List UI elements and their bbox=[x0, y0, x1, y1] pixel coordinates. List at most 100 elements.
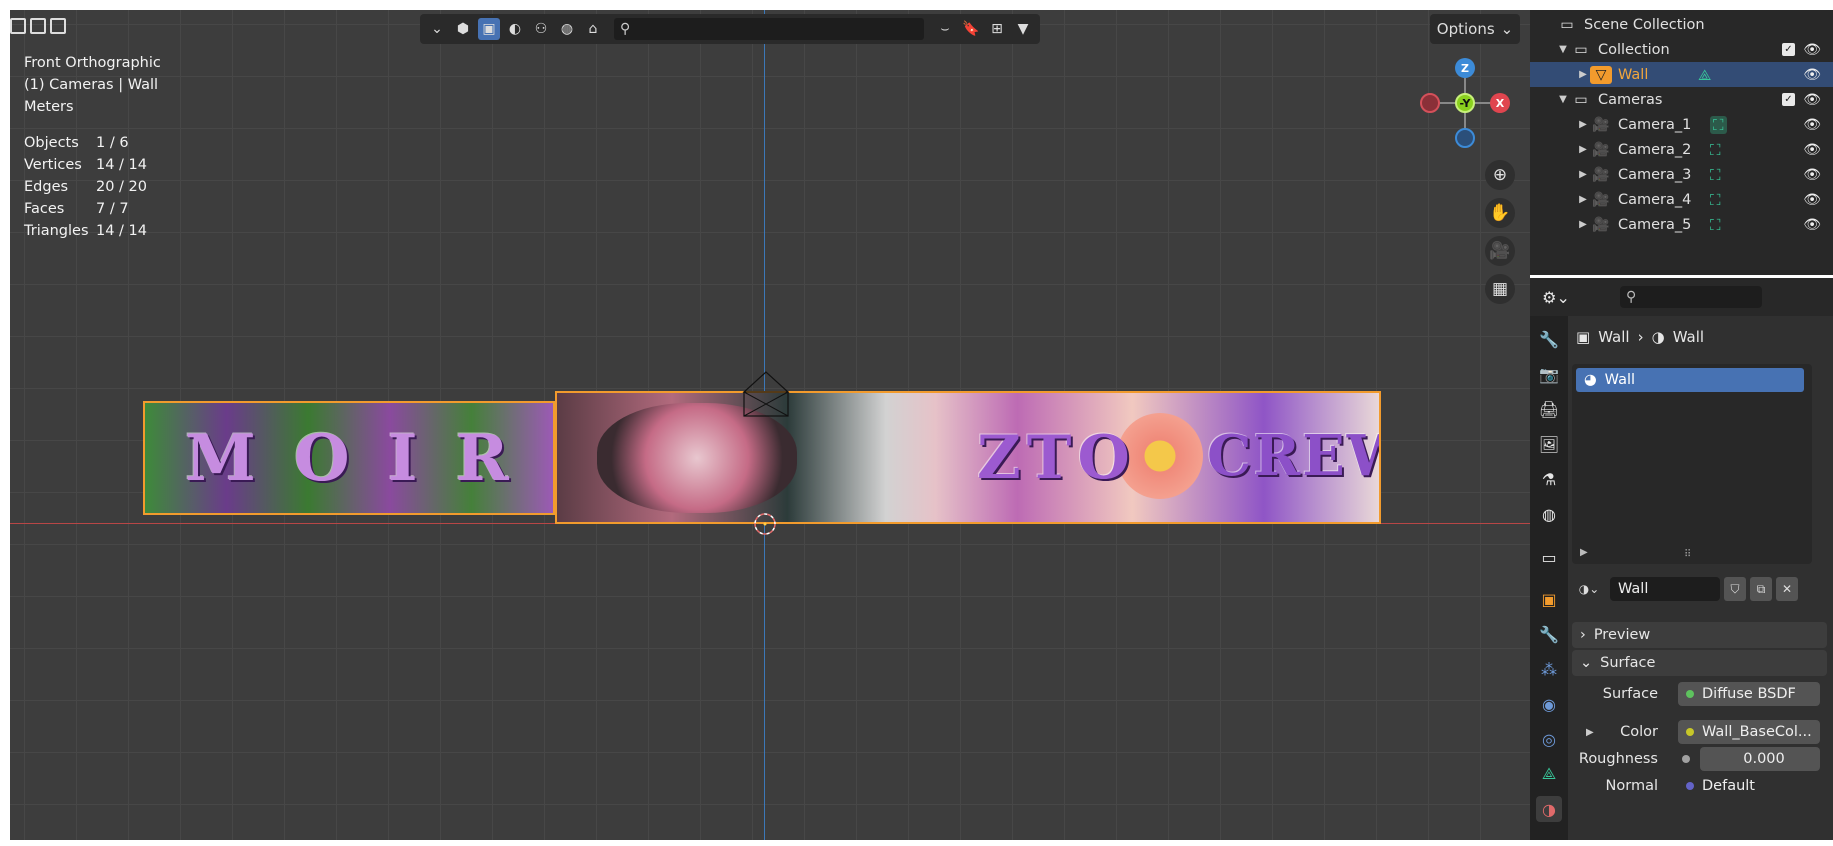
surface-panel-header[interactable]: ⌄ Surface bbox=[1572, 650, 1827, 676]
particles-tab-icon[interactable]: ⁂ bbox=[1536, 656, 1562, 682]
grid-ortho-icon[interactable]: ▦ bbox=[1485, 274, 1515, 304]
mesh-data-icon[interactable]: ⟁ bbox=[1698, 66, 1711, 84]
expand-arrow-icon[interactable]: ▶ bbox=[1576, 169, 1590, 180]
world-tab-icon[interactable]: ◍ bbox=[1536, 501, 1562, 527]
tool-tab-icon[interactable]: 🔧 bbox=[1536, 326, 1562, 352]
camera-object-icon: 🎥 bbox=[1592, 191, 1610, 208]
gizmo-neg-z-axis[interactable] bbox=[1455, 128, 1475, 148]
world-icon[interactable]: ◍ bbox=[556, 18, 578, 40]
properties-editor[interactable]: ⚙⌄ ⚲ 🔧 📷 🖨 🖼 ⚗ ◍ ▭ ▣ 🔧 ⁂ ◉ ◎ ⟁ ◑ ▣ Wall … bbox=[1530, 278, 1833, 840]
expand-arrow-icon[interactable]: ▶ bbox=[1576, 194, 1590, 205]
pan-hand-icon[interactable]: ✋ bbox=[1485, 198, 1515, 228]
view-layer-tab-icon[interactable]: 🖼 bbox=[1536, 431, 1562, 457]
select-box-icon[interactable] bbox=[10, 18, 26, 34]
camera-view-icon[interactable]: 🎥 bbox=[1485, 236, 1515, 266]
properties-search-input[interactable]: ⚲ bbox=[1620, 286, 1762, 308]
outliner-item-wall[interactable]: ▶ ▽ Wall ⟁ 👁 bbox=[1530, 62, 1833, 87]
expand-arrow-icon[interactable]: ▶ bbox=[1586, 727, 1594, 738]
gizmo-x-axis[interactable]: X bbox=[1490, 93, 1510, 113]
editor-type-dropdown[interactable]: ⚙⌄ bbox=[1538, 284, 1574, 310]
visibility-eye-icon[interactable]: 👁 bbox=[1803, 42, 1821, 58]
exclude-checkbox[interactable]: ✓ bbox=[1782, 93, 1795, 106]
expand-arrow-icon[interactable]: ▶ bbox=[1576, 119, 1590, 130]
camera-data-icon[interactable]: ⛶ bbox=[1710, 166, 1721, 184]
preview-panel-header[interactable]: › Preview bbox=[1572, 622, 1827, 648]
visibility-eye-icon[interactable]: 👁 bbox=[1803, 192, 1821, 208]
scene-tab-icon[interactable]: ⚗ bbox=[1536, 466, 1562, 492]
physics-tab-icon[interactable]: ◉ bbox=[1536, 691, 1562, 717]
gizmo-y-axis[interactable]: -Y bbox=[1455, 93, 1475, 113]
wall-mesh-left[interactable]: MOIR bbox=[143, 401, 555, 515]
duplicate-icon[interactable]: ⧉ bbox=[1750, 577, 1772, 601]
color-texture-field[interactable]: Wall_BaseCol... bbox=[1678, 720, 1820, 744]
collection-tab-icon[interactable]: ▭ bbox=[1536, 544, 1562, 570]
expand-arrow-icon[interactable]: ▶ bbox=[1580, 547, 1588, 558]
outliner-item-camera[interactable]: ▶ 🎥 Camera_1 ⛶ 👁 bbox=[1530, 112, 1833, 137]
outliner-item-camera[interactable]: ▶ 🎥 Camera_2 ⛶ 👁 bbox=[1530, 137, 1833, 162]
modifier-tab-icon[interactable]: 🔧 bbox=[1536, 621, 1562, 647]
camera-data-icon[interactable]: ⛶ bbox=[1710, 141, 1721, 159]
visibility-eye-icon[interactable]: 👁 bbox=[1803, 117, 1821, 133]
camera-data-icon[interactable]: ⛶ bbox=[1710, 191, 1721, 209]
resize-handle-icon[interactable]: ⠿ bbox=[1684, 549, 1691, 560]
select-extend-icon[interactable] bbox=[30, 18, 46, 34]
expand-arrow-icon[interactable]: ▶ bbox=[1576, 144, 1590, 155]
outliner-item-collection[interactable]: ▼ ▭ Collection ✓ 👁 bbox=[1530, 37, 1833, 62]
navigation-gizmo[interactable]: Z -Y X bbox=[1410, 58, 1510, 168]
expand-arrow-icon[interactable]: ▶ bbox=[1576, 69, 1590, 80]
filter-dropdown-icon[interactable]: ⌣ bbox=[934, 18, 956, 40]
constraints-tab-icon[interactable]: ◎ bbox=[1536, 726, 1562, 752]
roughness-slider[interactable]: 0.000 bbox=[1700, 747, 1820, 771]
zoom-icon[interactable]: ⊕ bbox=[1485, 160, 1515, 190]
bookmark-icon[interactable]: 🔖 bbox=[960, 18, 982, 40]
output-tab-icon[interactable]: 🖨 bbox=[1536, 396, 1562, 422]
visibility-eye-icon[interactable]: 👁 bbox=[1803, 167, 1821, 183]
material-browse-icon[interactable]: ◑⌄ bbox=[1572, 577, 1606, 601]
gizmo-neg-x-axis[interactable] bbox=[1420, 93, 1440, 113]
select-subtract-icon[interactable] bbox=[50, 18, 66, 34]
outliner-item-camera[interactable]: ▶ 🎥 Camera_3 ⛶ 👁 bbox=[1530, 162, 1833, 187]
exclude-checkbox[interactable]: ✓ bbox=[1782, 43, 1795, 56]
material-slot-item[interactable]: ◕ Wall bbox=[1576, 368, 1804, 392]
fake-user-shield-icon[interactable]: ⛉ bbox=[1724, 577, 1746, 601]
visibility-eye-icon[interactable]: 👁 bbox=[1803, 217, 1821, 233]
wall-mesh-right[interactable]: ZTO CREW bbox=[555, 391, 1381, 524]
normal-field[interactable]: Default bbox=[1678, 774, 1820, 798]
expand-arrow-icon[interactable]: ▼ bbox=[1556, 94, 1570, 105]
material-shading-icon[interactable]: ◐ bbox=[504, 18, 526, 40]
outliner-item-camera[interactable]: ▶ 🎥 Camera_4 ⛶ 👁 bbox=[1530, 187, 1833, 212]
3d-cursor-icon[interactable] bbox=[752, 511, 778, 537]
expand-arrow-icon[interactable]: ▼ bbox=[1556, 44, 1570, 55]
3d-viewport[interactable]: ⌄ ⬢ ▣ ◐ ⚇ ◍ ⌂ ⚲ ⌣ 🔖 ⊞ ▼ Options ⌄ Front … bbox=[10, 10, 1530, 840]
outliner-item-cameras[interactable]: ▼ ▭ Cameras ✓ 👁 bbox=[1530, 87, 1833, 112]
material-slot-list[interactable]: ◕ Wall ▶ ⠿ bbox=[1572, 364, 1812, 564]
visibility-eye-icon[interactable]: 👁 bbox=[1803, 142, 1821, 158]
solid-shading-icon[interactable]: ▣ bbox=[478, 18, 500, 40]
filter-icon[interactable]: ▼ bbox=[1012, 18, 1034, 40]
material-tab-icon[interactable]: ◑ bbox=[1536, 796, 1562, 822]
camera-data-icon[interactable]: ⛶ bbox=[1710, 115, 1727, 134]
camera-object-icon[interactable] bbox=[740, 370, 792, 418]
unlink-close-icon[interactable]: ✕ bbox=[1776, 577, 1798, 601]
material-name-field[interactable]: Wall bbox=[1610, 577, 1720, 601]
brush-icon[interactable]: ⌂ bbox=[582, 18, 604, 40]
visibility-eye-icon[interactable]: 👁 bbox=[1803, 67, 1821, 83]
expand-arrow-icon[interactable]: ▶ bbox=[1576, 219, 1590, 230]
outliner-item-camera[interactable]: ▶ 🎥 Camera_5 ⛶ 👁 bbox=[1530, 212, 1833, 237]
viewport-search-input[interactable]: ⚲ bbox=[614, 18, 924, 40]
gizmo-z-axis[interactable]: Z bbox=[1455, 58, 1475, 78]
outliner-scene-collection[interactable]: ▭ Scene Collection bbox=[1530, 12, 1833, 37]
visibility-eye-icon[interactable]: 👁 bbox=[1803, 92, 1821, 108]
layout-dropdown-icon[interactable]: ⊞ bbox=[986, 18, 1008, 40]
surface-shader-field[interactable]: Diffuse BSDF bbox=[1678, 682, 1820, 706]
chevron-down-icon[interactable]: ⌄ bbox=[426, 18, 448, 40]
properties-tabs: 🔧 📷 🖨 🖼 ⚗ ◍ ▭ ▣ 🔧 ⁂ ◉ ◎ ⟁ ◑ bbox=[1530, 316, 1568, 840]
object-tab-icon[interactable]: ▣ bbox=[1536, 586, 1562, 612]
camera-data-icon[interactable]: ⛶ bbox=[1710, 216, 1721, 234]
gizmo-toggle-icon[interactable]: ⬢ bbox=[452, 18, 474, 40]
options-dropdown[interactable]: Options ⌄ bbox=[1430, 14, 1520, 44]
mesh-data-tab-icon[interactable]: ⟁ bbox=[1536, 761, 1562, 787]
render-tab-icon[interactable]: 📷 bbox=[1536, 361, 1562, 387]
object-types-icon[interactable]: ⚇ bbox=[530, 18, 552, 40]
outliner[interactable]: ▭ Scene Collection ▼ ▭ Collection ✓ 👁 ▶ … bbox=[1530, 10, 1833, 275]
